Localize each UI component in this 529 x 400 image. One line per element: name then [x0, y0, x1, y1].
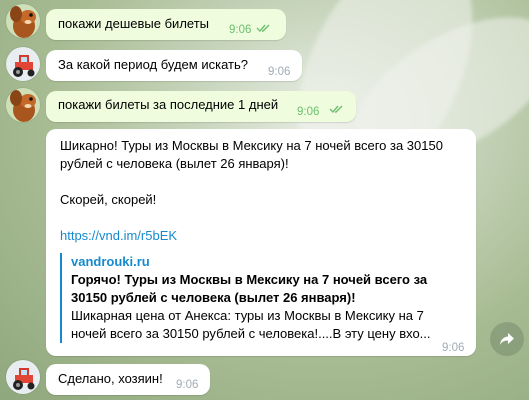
message-bubble-outgoing[interactable]: покажи дешевые билеты 9:06	[46, 9, 286, 40]
link-preview-site: vandrouki.ru	[71, 254, 150, 269]
message-time: 9:06	[229, 24, 252, 36]
user-avatar-squirrel-icon[interactable]	[6, 4, 40, 38]
message-bubble-outgoing[interactable]: покажи билеты за последние 1 дней 9:06	[46, 91, 356, 122]
double-check-icon	[329, 105, 343, 114]
message-text: За какой период будем искать?	[58, 57, 248, 72]
message-time: 9:06	[268, 66, 291, 78]
message-bubble-incoming[interactable]: За какой период будем искать? 9:06	[46, 50, 302, 81]
double-check-icon	[256, 24, 270, 33]
link-preview-title-line: 30150 рублей с человека (вылет 26 января…	[71, 290, 356, 305]
message-time: 9:06	[176, 379, 199, 391]
link-preview-description-line: ночей всего за 30150 рублей с человека!.…	[71, 326, 431, 341]
message-bubble-incoming-link[interactable]: Шикарно! Туры из Москвы в Мексику на 7 н…	[46, 129, 476, 356]
message-text-line: Шикарно! Туры из Москвы в Мексику на 7 н…	[60, 138, 443, 153]
message-bubble-incoming[interactable]: Сделано, хозяин! 9:06	[46, 364, 210, 395]
message-text: Сделано, хозяин!	[58, 371, 163, 386]
message-time: 9:06	[297, 106, 320, 118]
share-arrow-icon	[500, 333, 514, 345]
message-text: покажи дешевые билеты	[58, 16, 209, 31]
message-text-line: рублей с человека (вылет 26 января)!	[60, 156, 289, 171]
forward-button[interactable]	[490, 322, 524, 356]
link-preview[interactable]: vandrouki.ru Горячо! Туры из Москвы в Ме…	[60, 253, 461, 343]
message-link[interactable]: https://vnd.im/r5bEK	[60, 227, 177, 245]
message-time: 9:06	[442, 342, 465, 354]
bot-avatar-tractor-icon[interactable]	[6, 360, 40, 394]
bot-avatar-tractor-icon[interactable]	[6, 47, 40, 81]
user-avatar-squirrel-icon[interactable]	[6, 88, 40, 122]
link-preview-title-line: Горячо! Туры из Москвы в Мексику на 7 но…	[71, 272, 428, 287]
message-text: покажи билеты за последние 1 дней	[58, 97, 279, 112]
message-text-line: Скорей, скорей!	[60, 192, 157, 207]
link-preview-description-line: Шикарная цена от Анекса: туры из Москвы …	[71, 308, 424, 323]
